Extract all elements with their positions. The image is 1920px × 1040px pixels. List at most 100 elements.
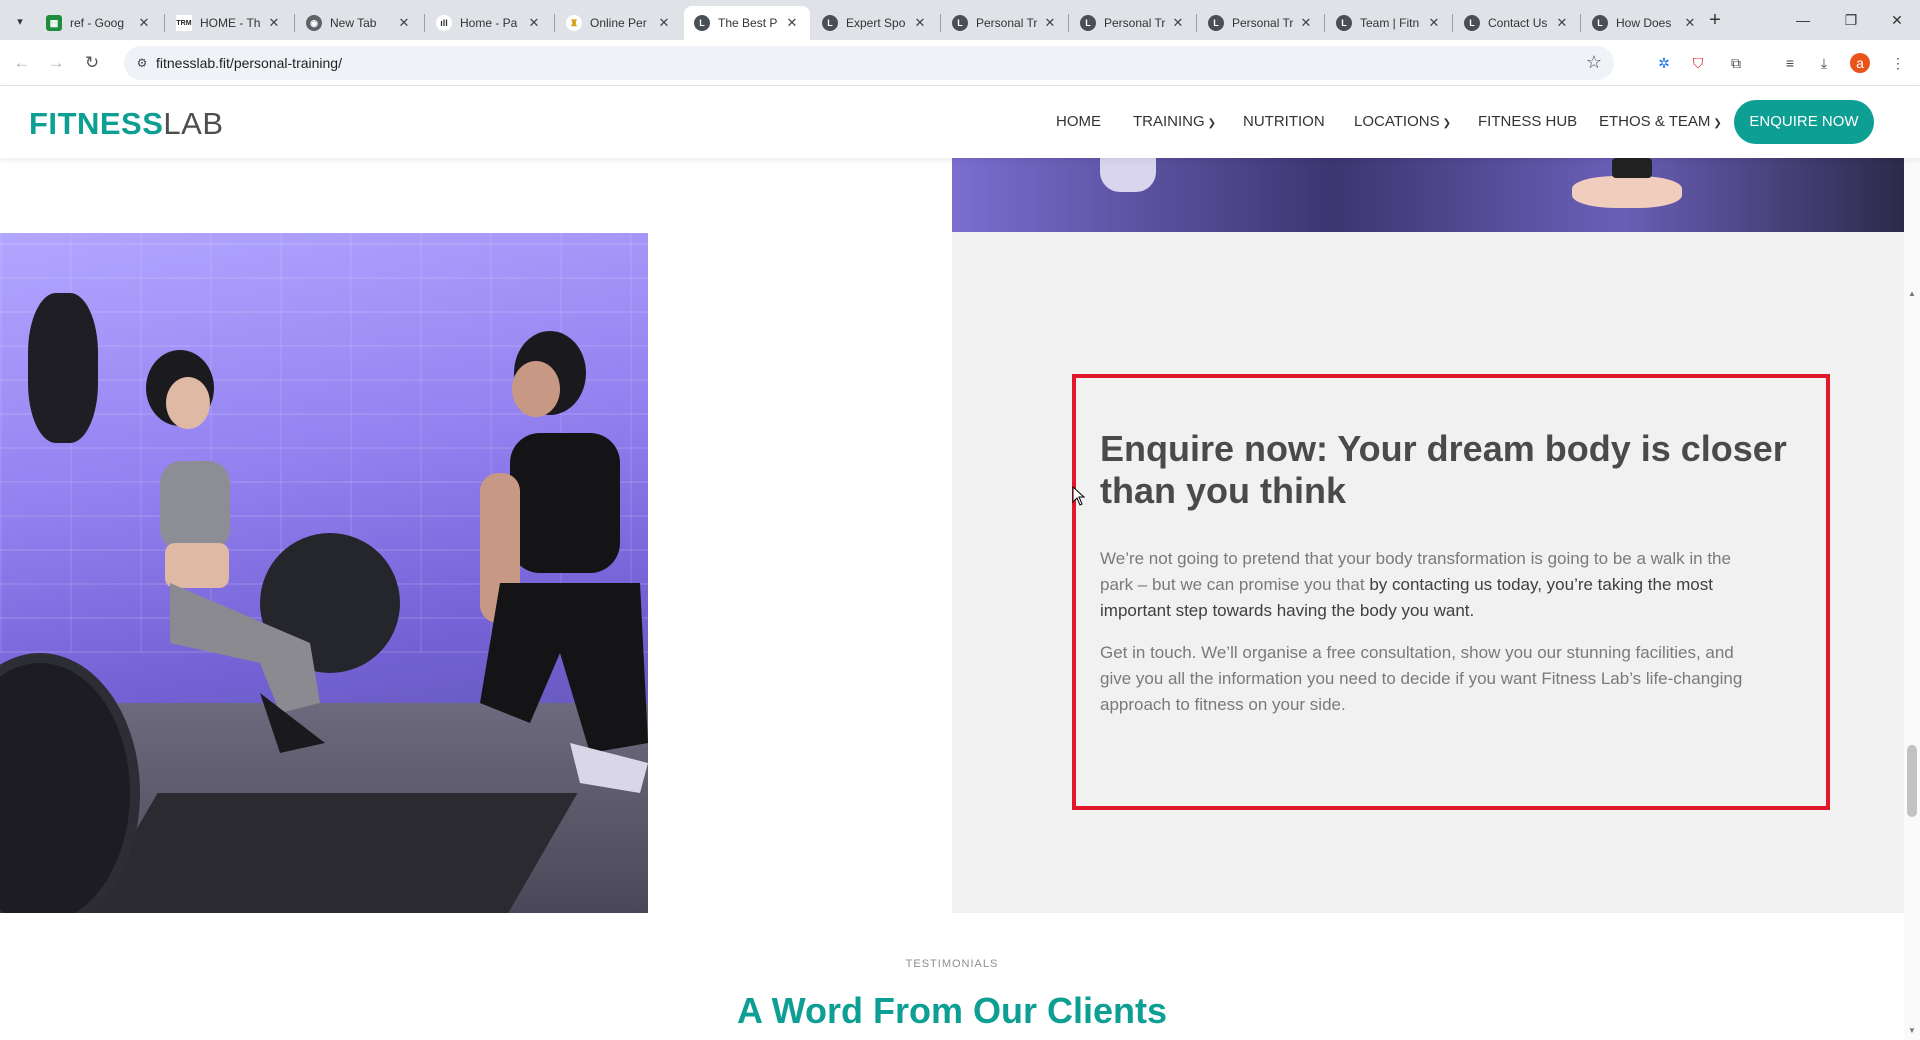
browser-tab[interactable]: ▦ ref - Goog ✕ — [36, 6, 162, 40]
browser-tab[interactable]: L Personal Tr ✕ — [1070, 6, 1196, 40]
tab-separator — [294, 14, 295, 32]
photo-detail — [1572, 176, 1682, 208]
tab-title: Contact Us — [1488, 16, 1548, 30]
nav-label: TRAINING — [1133, 113, 1205, 130]
close-tab-icon[interactable]: ✕ — [526, 15, 542, 31]
browser-tab[interactable]: ♜ Online Per ✕ — [556, 6, 682, 40]
nav-label: HOME — [1056, 113, 1101, 130]
tab-title: HOME - Th — [200, 16, 261, 30]
logo-bold-text: FITNESS — [29, 106, 164, 141]
tab-separator — [424, 14, 425, 32]
tab-title: Team | Fitn — [1360, 16, 1420, 30]
profile-avatar[interactable]: a — [1850, 53, 1870, 73]
tab-title: Personal Tr — [976, 16, 1038, 30]
downloads-icon[interactable]: ⤓ — [1814, 53, 1834, 73]
restore-button[interactable]: ❐ — [1828, 6, 1874, 34]
testimonials-heading: A Word From Our Clients — [736, 990, 1167, 1031]
fitnesslab-icon: L — [1464, 15, 1480, 31]
browser-tab[interactable]: TRM HOME - Th ✕ — [166, 6, 292, 40]
close-tab-icon[interactable]: ✕ — [396, 15, 412, 31]
browser-tab[interactable]: L Personal Tr ✕ — [942, 6, 1068, 40]
tab-separator — [1580, 14, 1581, 32]
browser-tab-active[interactable]: L The Best P ✕ — [684, 6, 810, 40]
browser-toolbar: ← → ↻ ⚙ fitnesslab.fit/personal-training… — [0, 40, 1920, 86]
site-logo[interactable]: FITNESSLAB — [29, 106, 224, 142]
browser-tab[interactable]: L Contact Us ✕ — [1454, 6, 1580, 40]
nav-locations[interactable]: LOCATIONS ❯ — [1354, 113, 1451, 130]
browser-tab[interactable]: ◉ New Tab ✕ — [296, 6, 422, 40]
close-tab-icon[interactable]: ✕ — [1042, 15, 1058, 31]
minimize-button[interactable]: — — [1780, 6, 1826, 34]
close-tab-icon[interactable]: ✕ — [1170, 15, 1186, 31]
extension-icon[interactable]: ✲ — [1654, 53, 1674, 73]
page-scrollbar[interactable] — [1904, 86, 1920, 1040]
extensions-puzzle-icon[interactable]: ⧉ — [1726, 53, 1746, 73]
nav-label: ETHOS & TEAM — [1599, 113, 1711, 130]
address-bar[interactable]: ⚙ fitnesslab.fit/personal-training/ ☆ — [124, 46, 1614, 80]
close-tab-icon[interactable]: ✕ — [1554, 15, 1570, 31]
scroll-up-arrow-icon[interactable]: ▲ — [1906, 289, 1918, 299]
tab-title: Personal Tr — [1232, 16, 1294, 30]
testimonials-eyebrow: TESTIMONIALS — [905, 958, 999, 970]
tab-title: The Best P — [718, 16, 778, 30]
nav-label: LOCATIONS — [1354, 113, 1440, 130]
photo-detail — [1100, 158, 1156, 192]
training-photo-main — [0, 233, 648, 913]
close-tab-icon[interactable]: ✕ — [136, 15, 152, 31]
close-tab-icon[interactable]: ✕ — [784, 15, 800, 31]
browser-tab[interactable]: ıll Home - Pa ✕ — [426, 6, 552, 40]
close-tab-icon[interactable]: ✕ — [912, 15, 928, 31]
close-window-button[interactable]: ✕ — [1874, 6, 1920, 34]
url-text: fitnesslab.fit/personal-training/ — [156, 55, 342, 71]
new-tab-button[interactable]: + — [1702, 8, 1728, 34]
tab-title: New Tab — [330, 16, 377, 30]
nav-training[interactable]: TRAINING ❯ — [1133, 113, 1216, 130]
nav-home[interactable]: HOME — [1056, 113, 1101, 130]
browser-tab[interactable]: L Expert Spo ✕ — [812, 6, 938, 40]
browser-tab[interactable]: L Personal Tr ✕ — [1198, 6, 1324, 40]
media-control-icon[interactable]: ≡ — [1780, 53, 1800, 73]
client-figure — [146, 350, 325, 753]
tab-search-icon[interactable]: ▾ — [8, 9, 32, 33]
close-tab-icon[interactable]: ✕ — [1426, 15, 1442, 31]
photo-detail — [1612, 158, 1652, 178]
close-tab-icon[interactable]: ✕ — [656, 15, 672, 31]
close-tab-icon[interactable]: ✕ — [1682, 15, 1698, 31]
nav-nutrition[interactable]: NUTRITION — [1243, 113, 1325, 130]
tab-title: Online Per — [590, 16, 647, 30]
fitnesslab-icon: L — [822, 15, 838, 31]
scroll-down-arrow-icon[interactable]: ▼ — [1906, 1026, 1918, 1036]
tab-separator — [1196, 14, 1197, 32]
fitnesslab-icon: L — [952, 15, 968, 31]
back-button[interactable]: ← — [8, 49, 36, 77]
enquire-now-button[interactable]: ENQUIRE NOW — [1734, 100, 1874, 144]
forward-button[interactable]: → — [42, 49, 70, 77]
close-tab-icon[interactable]: ✕ — [1298, 15, 1314, 31]
site-info-icon[interactable]: ⚙ — [134, 55, 150, 71]
photo-detail — [28, 293, 98, 443]
browser-tab[interactable]: L How Does ✕ — [1582, 6, 1708, 40]
chevron-down-icon: ❯ — [1207, 118, 1217, 129]
figure-icon: ♜ — [566, 15, 582, 31]
scrollbar-thumb[interactable] — [1907, 745, 1917, 817]
reload-button[interactable]: ↻ — [78, 49, 106, 77]
browser-tabstrip: ▾ ▦ ref - Goog ✕ TRM HOME - Th ✕ ◉ New T… — [0, 0, 1920, 40]
enquire-heading: Enquire now: Your dream body is closer t… — [1100, 428, 1787, 511]
tab-separator — [1068, 14, 1069, 32]
fitnesslab-icon: L — [1080, 15, 1096, 31]
tab-separator — [164, 14, 165, 32]
browser-menu-icon[interactable]: ⋮ — [1888, 53, 1908, 73]
fitnesslab-icon: L — [1592, 15, 1608, 31]
nav-fitness-hub[interactable]: FITNESS HUB — [1478, 113, 1577, 130]
enquire-paragraph-2: Get in touch. We’ll organise a free cons… — [1100, 643, 1743, 714]
tab-title: How Does — [1616, 16, 1672, 30]
close-tab-icon[interactable]: ✕ — [266, 15, 282, 31]
browser-tab[interactable]: L Team | Fitn ✕ — [1326, 6, 1452, 40]
mouse-cursor-icon — [1072, 486, 1086, 506]
nav-label: FITNESS HUB — [1478, 113, 1578, 130]
nav-ethos-team[interactable]: ETHOS & TEAM ❯ — [1599, 113, 1722, 130]
tab-title: ref - Goog — [70, 16, 125, 30]
tab-separator — [940, 14, 941, 32]
shield-extension-icon[interactable]: ⛉ — [1688, 53, 1708, 73]
bookmark-star-icon[interactable]: ☆ — [1586, 52, 1602, 73]
